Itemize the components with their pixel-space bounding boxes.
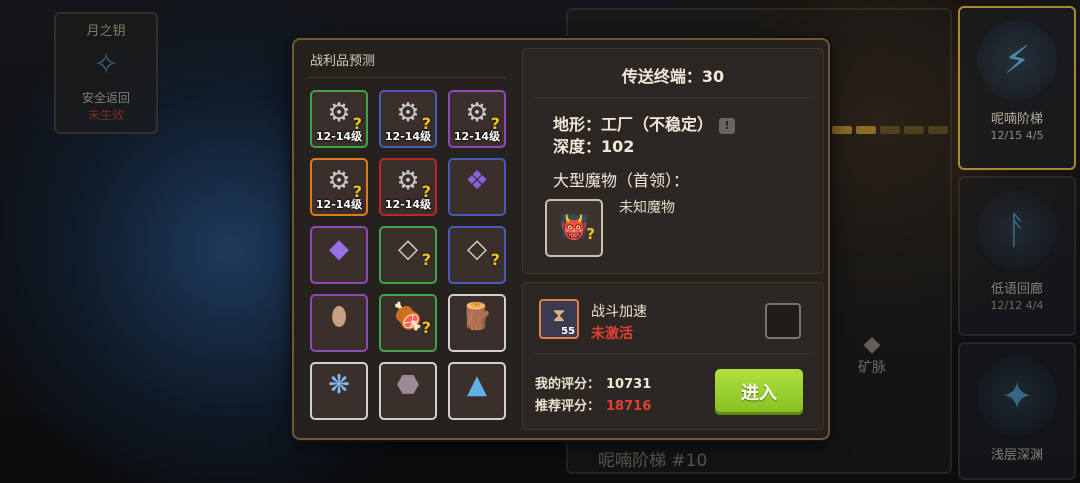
loot-level-label: 12-14级 xyxy=(384,198,432,211)
battle-boost-checkbox[interactable] xyxy=(765,303,801,339)
ore-vein-icon: ◆ xyxy=(863,332,881,357)
depth-row: 深度：102 xyxy=(553,133,634,157)
loot-item-3[interactable]: ⚙? 12-14级 xyxy=(310,158,368,216)
recommended-score-value: 18716 xyxy=(606,399,652,414)
loot-item-8[interactable]: ◇? xyxy=(448,226,506,284)
wood-logs-icon: 🪵 xyxy=(460,302,494,332)
depth-label: 深度： xyxy=(553,137,602,156)
question-mark-icon: ? xyxy=(421,250,431,269)
loot-item-12[interactable]: ❋ xyxy=(310,362,368,420)
zone-progress: 12/12 4/4 xyxy=(990,299,1044,312)
zone-card-2[interactable]: ✦ 浅层深渊 xyxy=(958,342,1076,480)
zone-card-0[interactable]: ⚡ 呢喃阶梯 12/15 4/5 xyxy=(958,6,1076,170)
loot-forecast-title: 战利品预测 xyxy=(310,54,376,69)
battle-boost-status: 未激活 xyxy=(591,326,633,342)
boss-slot[interactable]: 👹 ? xyxy=(545,199,603,257)
dungeon-info-panel: 传送终端：30 地形：工厂（不稳定）! 深度：102 大型魔物（首领）： 👹 ?… xyxy=(522,48,824,274)
loot-item-13[interactable]: ⬣ xyxy=(379,362,437,420)
loot-item-1[interactable]: ⚙? 12-14级 xyxy=(379,90,437,148)
loot-level-label: 12-14级 xyxy=(315,198,363,211)
enter-button[interactable]: 进入 xyxy=(715,369,803,415)
loot-grid: ⚙? 12-14级 ⚙? 12-14级 ⚙? 12-14级 ⚙? 12-14级 ⚙? 12-14级… xyxy=(310,90,506,420)
moon-key-title: 月之钥 xyxy=(86,24,126,39)
terrain-label: 地形： xyxy=(553,115,602,134)
depth-value: 102 xyxy=(601,137,635,156)
loot-level-label: 12-14级 xyxy=(384,130,432,143)
loot-item-5[interactable]: ❖ xyxy=(448,158,506,216)
loot-item-14[interactable]: ▲ xyxy=(448,362,506,420)
warning-icon[interactable]: ! xyxy=(719,117,736,134)
purple-crystal-shards-icon: ❖ xyxy=(465,166,489,196)
ore-vein-label: ◆ 矿脉 xyxy=(858,332,886,376)
terrain-value: 工厂（不稳定） xyxy=(601,115,714,134)
question-mark-icon: ? xyxy=(586,225,595,243)
zone-name: 低语回廊 xyxy=(990,282,1043,297)
dungeon-entry-dialog: 战利品预测 ⚙? 12-14级 ⚙? 12-14级 ⚙? 12-14级 ⚙? 12-14级 ⚙?… xyxy=(292,38,830,440)
battle-panel: ⧗ 55 战斗加速 未激活 我的评分： 10731 推荐评分： 18716 进入 xyxy=(522,282,824,430)
loot-item-9[interactable]: ⬮ xyxy=(310,294,368,352)
zone-card-1[interactable]: ᚨ 低语回廊 12/12 4/4 xyxy=(958,176,1076,336)
egg-icon: ⬮ xyxy=(330,302,348,332)
zone-emblem-icon: ᚨ xyxy=(977,190,1057,270)
moon-key-line1: 安全返回 xyxy=(81,91,130,105)
loot-item-4[interactable]: ⚙? 12-14级 xyxy=(379,158,437,216)
loot-item-10[interactable]: 🍖? xyxy=(379,294,437,352)
loot-forecast-panel: 战利品预测 ⚙? 12-14级 ⚙? 12-14级 ⚙? 12-14级 ⚙? 12-14级 ⚙?… xyxy=(308,50,506,430)
zone-emblem-icon: ⚡ xyxy=(977,20,1057,100)
loot-item-11[interactable]: 🪵 xyxy=(448,294,506,352)
zone-progress: 12/15 4/5 xyxy=(990,129,1044,142)
question-mark-icon: ? xyxy=(490,250,500,269)
boost-count: 55 xyxy=(561,326,575,337)
stage-title: 呢喃阶梯 #10 xyxy=(598,451,708,471)
my-score-value: 10731 xyxy=(606,377,652,392)
loot-item-7[interactable]: ◇? xyxy=(379,226,437,284)
blue-sand-pile-icon: ▲ xyxy=(467,370,487,400)
battle-boost-name: 战斗加速 xyxy=(591,304,647,320)
teleport-terminal-label: 传送终端：30 xyxy=(621,67,725,86)
blue-crystal-cluster-icon: ❋ xyxy=(328,370,350,400)
moon-key-icon: ✧ xyxy=(93,47,119,82)
loot-level-label: 12-14级 xyxy=(315,130,363,143)
boss-label: 大型魔物（首领）： xyxy=(553,171,690,190)
purple-crystal-icon: ◆ xyxy=(329,234,349,264)
my-score-row: 我的评分： 10731 xyxy=(535,377,652,392)
hourglass-icon: ⧗ 55 xyxy=(539,299,579,339)
zone-name: 呢喃阶梯 xyxy=(990,112,1043,127)
zone-name: 浅层深渊 xyxy=(990,448,1043,463)
loot-item-0[interactable]: ⚙? 12-14级 xyxy=(310,90,368,148)
terrain-row: 地形：工厂（不稳定）! xyxy=(553,111,736,135)
question-mark-icon: ? xyxy=(421,318,431,337)
zone-emblem-icon: ✦ xyxy=(977,356,1057,436)
stone-ore-icon: ⬣ xyxy=(396,370,420,400)
recommended-score-row: 推荐评分： 18716 xyxy=(535,399,652,414)
loot-item-2[interactable]: ⚙? 12-14级 xyxy=(448,90,506,148)
boss-name: 未知魔物 xyxy=(619,200,675,216)
moon-key-line2: 未生效 xyxy=(87,108,124,122)
loot-item-6[interactable]: ◆ xyxy=(310,226,368,284)
loot-level-label: 12-14级 xyxy=(453,130,501,143)
moon-key-card[interactable]: 月之钥 ✧ 安全返回 未生效 xyxy=(54,12,158,134)
